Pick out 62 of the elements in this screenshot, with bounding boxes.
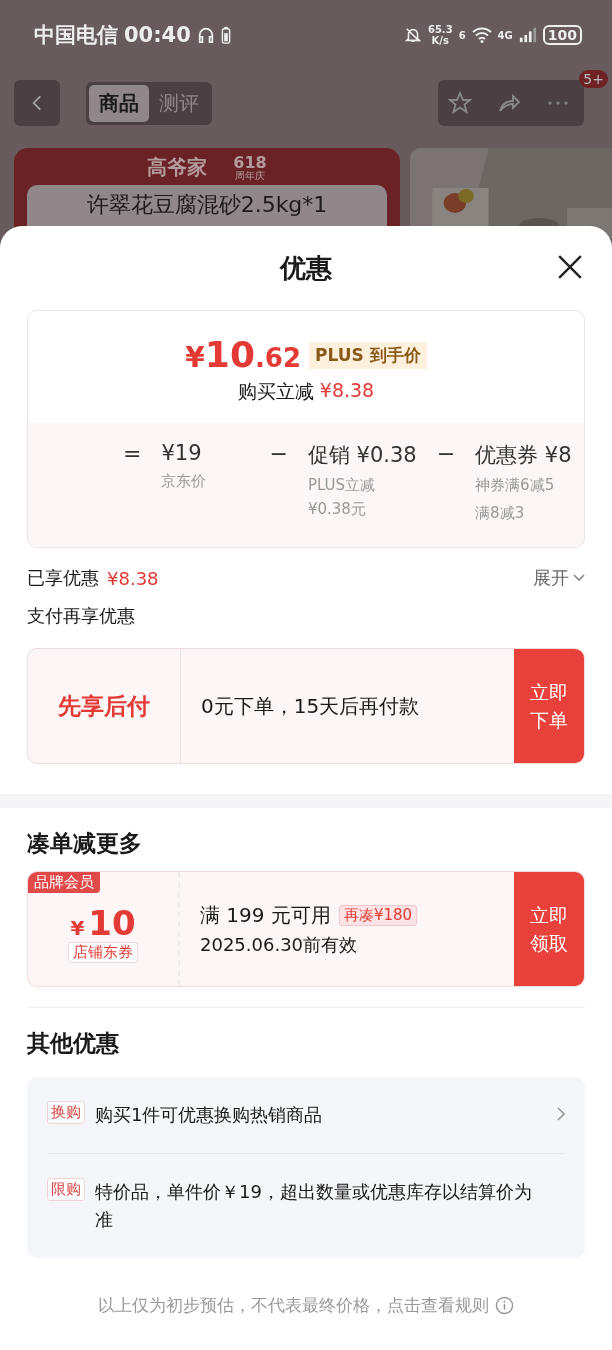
final-price: ¥10.62 (185, 337, 301, 373)
disclaimer-link[interactable]: 以上仅为初步预估，不代表最终价格，点击查看规则 (98, 1294, 489, 1317)
plus-price-tag: PLUS 到手价 (309, 341, 427, 369)
event-label: 周年庆 (235, 170, 265, 181)
member-badge: 品牌会员 (28, 872, 100, 893)
order-button[interactable]: 立即下单 (514, 649, 584, 763)
signal-icon (518, 27, 537, 43)
coupon-type: 店铺东券 (68, 941, 138, 963)
price-component: 促销 ¥0.38 (307, 442, 417, 469)
section-label: 支付再享优惠 (27, 604, 136, 628)
operator: − (269, 441, 288, 468)
speed-value: 65.3 (427, 24, 453, 35)
notification-badge: 5+ (579, 70, 608, 88)
info-icon[interactable] (495, 1296, 514, 1315)
carrier: 中国电信 (34, 22, 118, 49)
battery-level: 100 (542, 25, 582, 45)
network-label: 4G (497, 29, 513, 41)
offer-text: 购买1件可优惠换购热销商品 (95, 1103, 324, 1127)
tab[interactable]: 商品 (89, 84, 149, 122)
more-icon[interactable] (546, 99, 570, 107)
pay-later-title: 先享后付 (28, 649, 181, 763)
coupon-amount: ¥10 (70, 905, 136, 940)
enjoyed-amount: ¥8.38 (107, 567, 159, 589)
event-number: 618 (233, 154, 267, 171)
wifi-label: 6 (458, 29, 466, 41)
operator: − (436, 441, 456, 468)
mute-bell-icon (403, 26, 422, 44)
tab[interactable]: 测评 (149, 84, 209, 122)
component-note: 神券满6减5 (475, 475, 556, 496)
component-note: PLUS立减¥0.38元 (307, 475, 377, 520)
offer-text: 特价品，单件价￥19，超出数量或优惠库存以结算价为准 (95, 1180, 533, 1232)
section-heading: 其他优惠 (27, 1029, 120, 1058)
section-heading: 凑单减更多 (27, 829, 143, 858)
pay-later-text: 0元下单，15天后再付款 (200, 692, 421, 720)
back-button[interactable] (14, 80, 60, 126)
price-component: 优惠券 ¥8 (475, 442, 572, 469)
component-note: 京东价 (161, 471, 208, 492)
chevron-down-icon (573, 574, 585, 582)
saving-label: 购买立减 (237, 379, 314, 404)
price-component: ¥19 (161, 441, 203, 465)
offer-tag: 换购 (47, 1101, 85, 1124)
clock: 00:40 (124, 23, 191, 47)
offer-tag: 限购 (47, 1178, 85, 1201)
chevron-right-icon[interactable] (557, 1107, 565, 1121)
product-title: 许翠花豆腐混砂2.5kg*1 (86, 191, 328, 219)
top-up-tag: 再凑¥180 (338, 904, 418, 926)
component-note: 满8减3 (475, 503, 526, 524)
operator: = (123, 441, 142, 468)
speed-unit: K/s (431, 35, 449, 46)
claim-button[interactable]: 立即领取 (514, 872, 584, 986)
expand-button[interactable]: 展开 (533, 566, 585, 590)
coupon-condition: 满 199 元可用 (200, 901, 331, 929)
enjoyed-label: 已享优惠 (27, 566, 99, 590)
headphones-icon (196, 26, 215, 44)
brand-name: 高爷家 (147, 154, 208, 181)
saving-amount: ¥8.38 (319, 379, 375, 403)
star-icon[interactable] (448, 91, 472, 115)
coupon-validity: 2025.06.30前有效 (200, 932, 359, 957)
sheet-title: 优惠 (280, 251, 332, 285)
battery-case-icon (220, 26, 231, 44)
wifi-icon (471, 27, 492, 43)
close-icon[interactable] (557, 254, 583, 280)
